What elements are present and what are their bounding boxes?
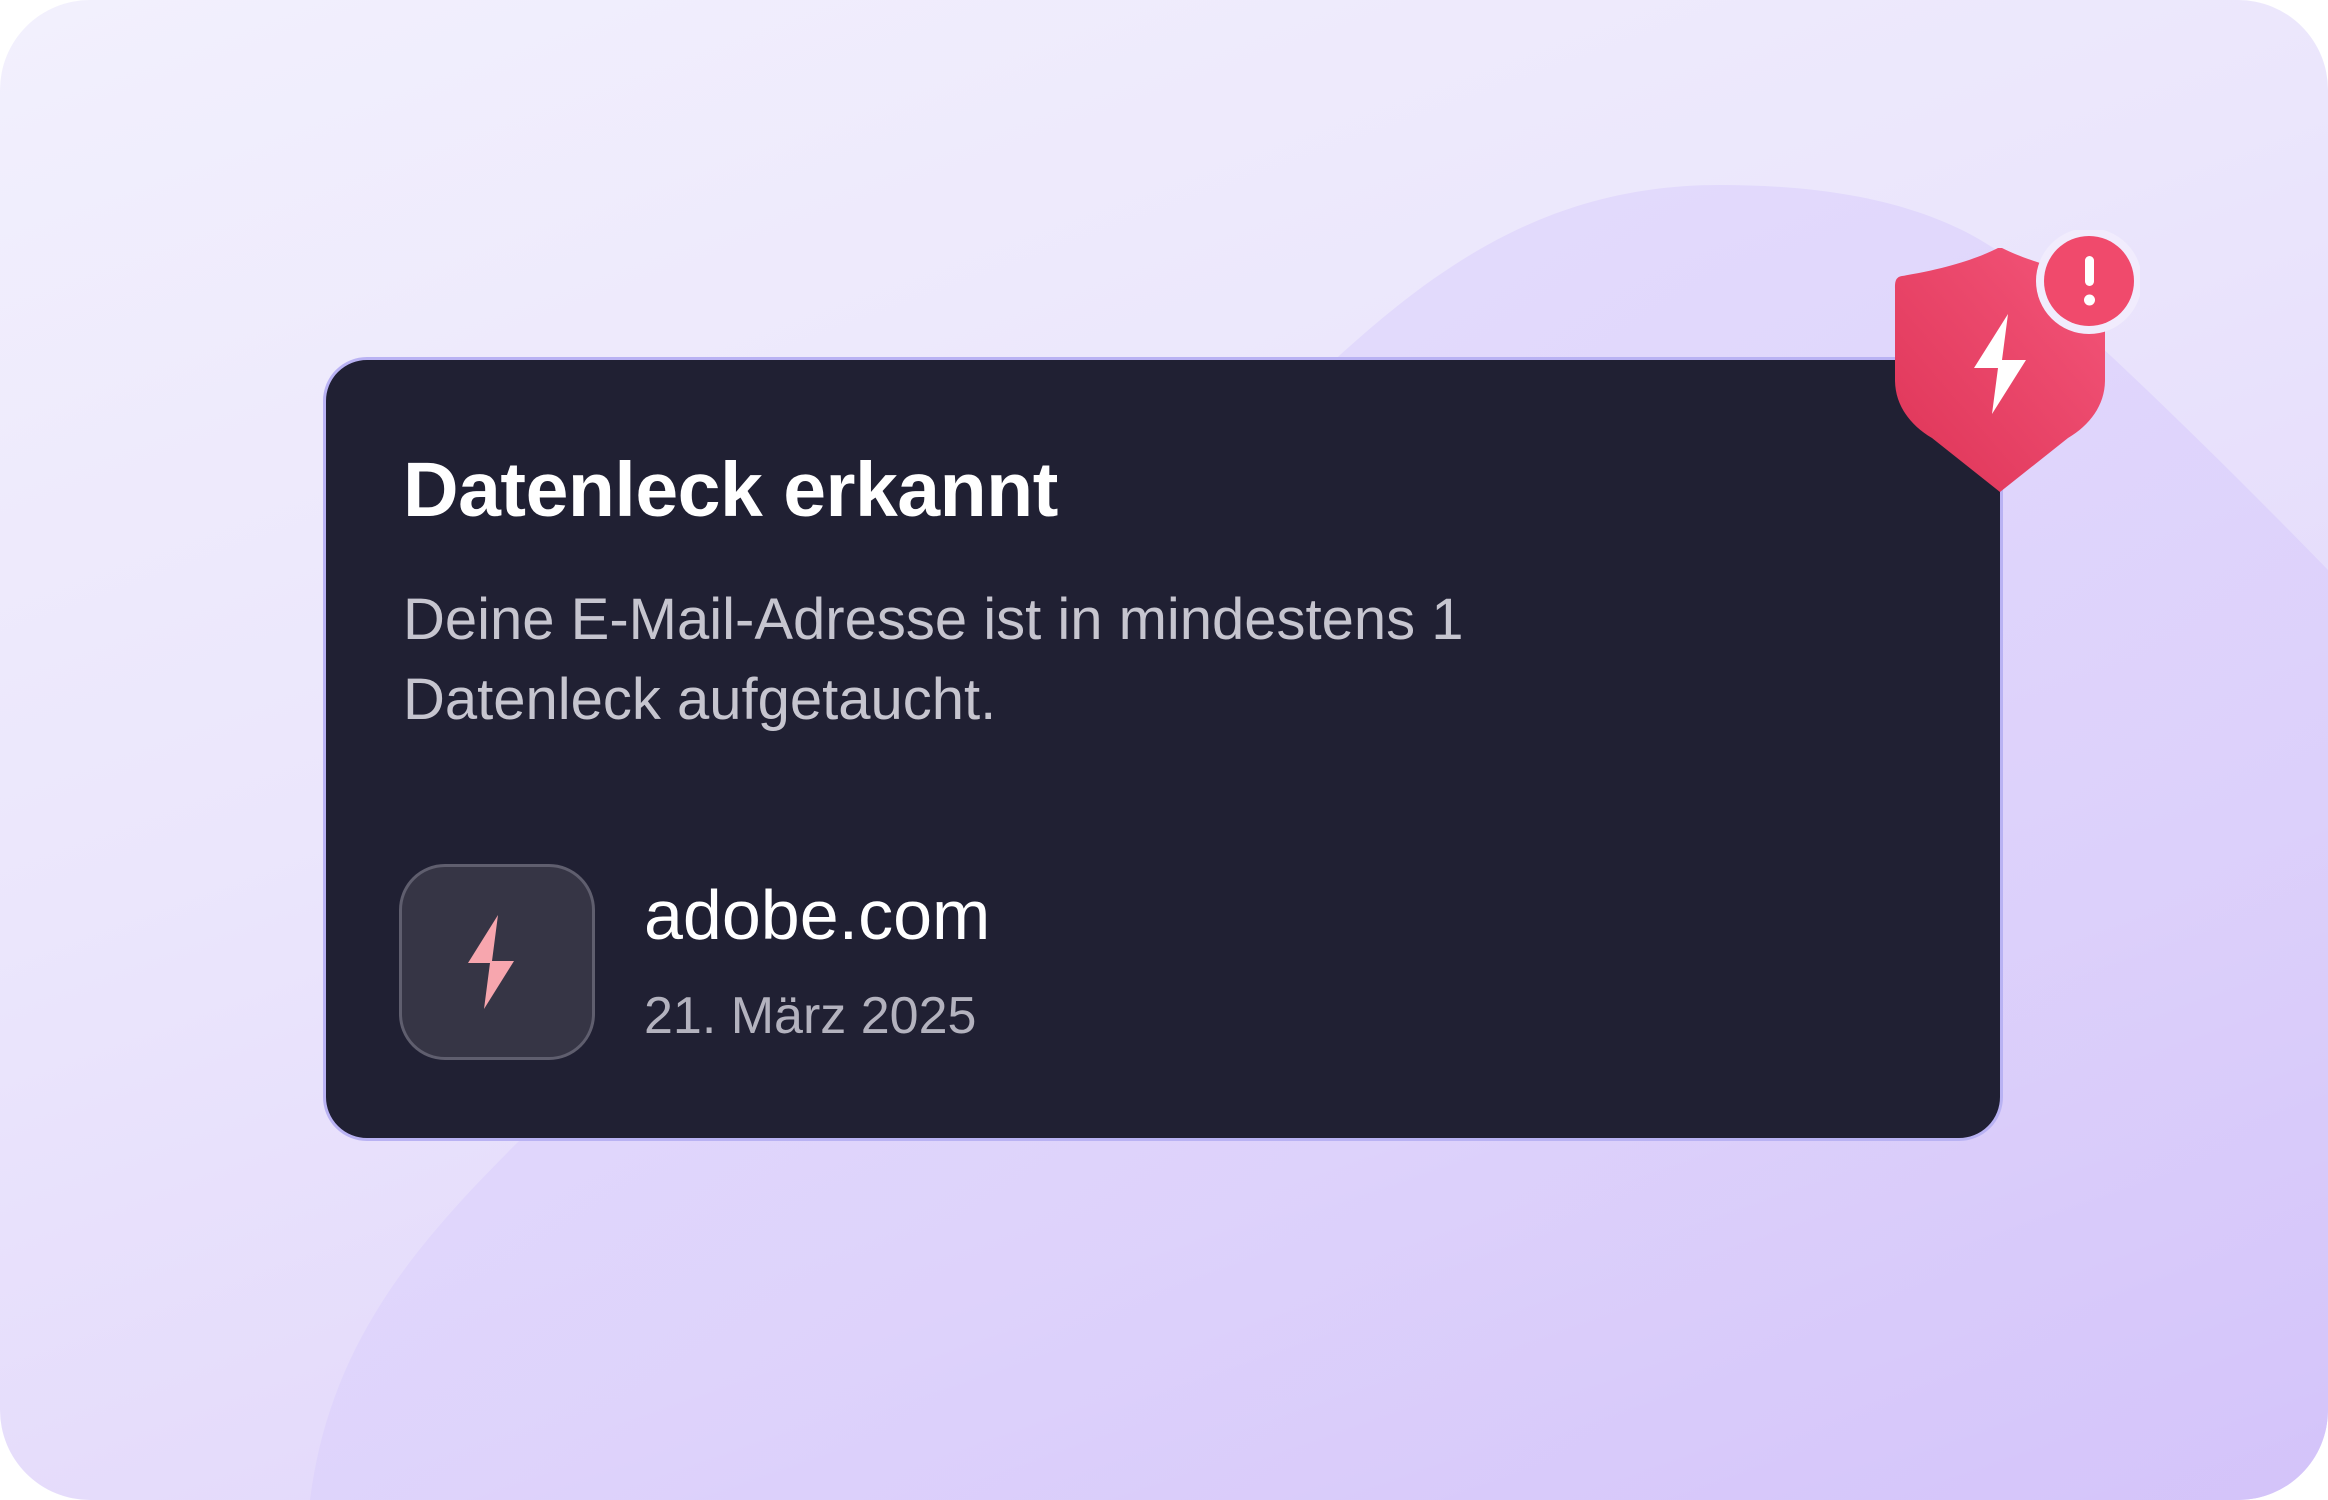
shield-lightning-alert-icon bbox=[1895, 230, 2140, 492]
breach-site-icon bbox=[399, 864, 595, 1060]
breach-date: 21. März 2025 bbox=[644, 987, 977, 1045]
data-breach-card[interactable]: Datenleck erkannt Deine E-Mail-Adresse i… bbox=[323, 357, 2003, 1141]
background-frame: Datenleck erkannt Deine E-Mail-Adresse i… bbox=[0, 0, 2328, 1500]
breach-site-name: adobe.com bbox=[644, 876, 991, 954]
lightning-icon bbox=[468, 915, 514, 1009]
card-title: Datenleck erkannt bbox=[403, 447, 1058, 533]
card-description: Deine E-Mail-Adresse ist in mindestens 1… bbox=[403, 587, 1464, 732]
